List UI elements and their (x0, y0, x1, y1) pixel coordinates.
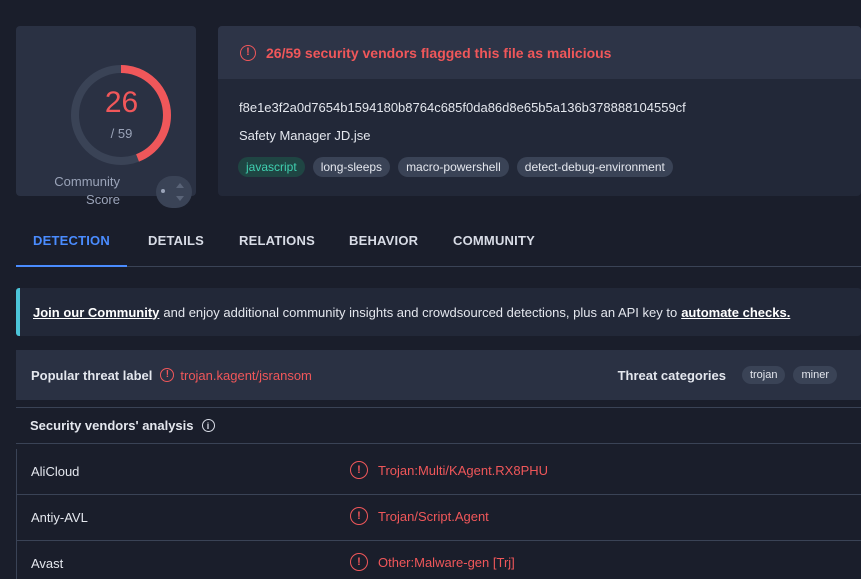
category-tag-miner[interactable]: miner (793, 366, 837, 384)
tab-details[interactable]: DETAILS (148, 222, 204, 267)
join-community-banner: Join our Community and enjoy additional … (16, 288, 861, 336)
vendor-result: ! Trojan/Script.Agent (350, 507, 489, 525)
tab-bar: DETECTION DETAILS RELATIONS BEHAVIOR COM… (16, 222, 861, 267)
alert-icon: ! (240, 44, 256, 61)
vendor-result-text: Other:Malware-gen [Trj] (378, 554, 515, 570)
tag-javascript[interactable]: javascript (238, 157, 305, 177)
file-name: Safety Manager JD.jse (239, 128, 371, 143)
detection-count: 26 (104, 86, 139, 119)
vendor-result: ! Other:Malware-gen [Trj] (350, 553, 515, 571)
tab-relations[interactable]: RELATIONS (239, 222, 315, 267)
tag-macro-powershell[interactable]: macro-powershell (398, 157, 509, 177)
tab-behavior[interactable]: BEHAVIOR (349, 222, 418, 267)
threat-categories-title: Threat categories (617, 367, 726, 383)
vendor-result-text: Trojan:Multi/KAgent.RX8PHU (378, 462, 549, 478)
vendor-name: AliCloud (31, 464, 80, 479)
community-label-line1: Community (54, 174, 120, 189)
vendor-name: Avast (31, 556, 64, 571)
tab-community[interactable]: COMMUNITY (453, 222, 535, 267)
info-icon[interactable]: i (201, 419, 215, 432)
vendor-row: Antiy-AVL ! Trojan/Script.Agent (16, 495, 861, 541)
vendor-row: AliCloud ! Trojan:Multi/KAgent.RX8PHU (16, 449, 861, 495)
alert-icon: ! (350, 553, 368, 571)
community-label-line2: Score (86, 192, 120, 207)
tab-detection[interactable]: DETECTION (16, 222, 127, 267)
file-hash[interactable]: f8e1e3f2a0d7654b1594180b8764c685f0da86d8… (239, 100, 686, 115)
threat-label-text: trojan.kagent/jsransom (180, 367, 312, 383)
security-vendors-header: Security vendors' analysis i (16, 407, 861, 444)
join-community-link[interactable]: Join our Community (33, 305, 159, 320)
vendor-result-text: Trojan/Script.Agent (378, 508, 489, 524)
tag-detect-debug-environment[interactable]: detect-debug-environment (516, 157, 673, 177)
alert-icon: ! (350, 461, 368, 479)
vendor-row: Avast ! Other:Malware-gen [Trj] (16, 541, 861, 579)
malicious-banner: ! 26/59 security vendors flagged this fi… (218, 26, 861, 79)
community-vote-control[interactable] (156, 176, 192, 208)
malicious-banner-text: 26/59 security vendors flagged this file… (266, 44, 612, 61)
popular-threat-label-title: Popular threat label (31, 367, 153, 383)
tag-long-sleeps[interactable]: long-sleeps (312, 157, 391, 177)
community-score-label: Community Score (40, 173, 120, 209)
vendor-name: Antiy-AVL (31, 510, 88, 525)
vendor-total: / 59 (110, 126, 133, 141)
automate-checks-link[interactable]: automate checks. (681, 305, 790, 320)
category-tag-trojan[interactable]: trojan (741, 366, 786, 384)
popular-threat-label-value[interactable]: ! trojan.kagent/jsransom (160, 368, 312, 383)
file-tags: javascript long-sleeps macro-powershell … (238, 157, 673, 177)
alert-icon: ! (160, 368, 175, 382)
score-card: 26 / 59 Community Score (16, 26, 196, 208)
upvote-icon[interactable] (176, 183, 184, 188)
vendor-result: ! Trojan:Multi/KAgent.RX8PHU (350, 461, 548, 479)
vote-dot-icon (161, 189, 165, 193)
alert-icon: ! (350, 507, 368, 525)
file-summary-card: ! 26/59 security vendors flagged this fi… (218, 26, 861, 196)
security-vendors-title: Security vendors' analysis (30, 418, 194, 433)
downvote-icon[interactable] (176, 196, 184, 201)
join-community-text: and enjoy additional community insights … (163, 304, 678, 320)
threat-categories: Threat categories trojan miner (618, 350, 837, 400)
threat-label-row: Popular threat label ! trojan.kagent/jsr… (16, 350, 861, 400)
